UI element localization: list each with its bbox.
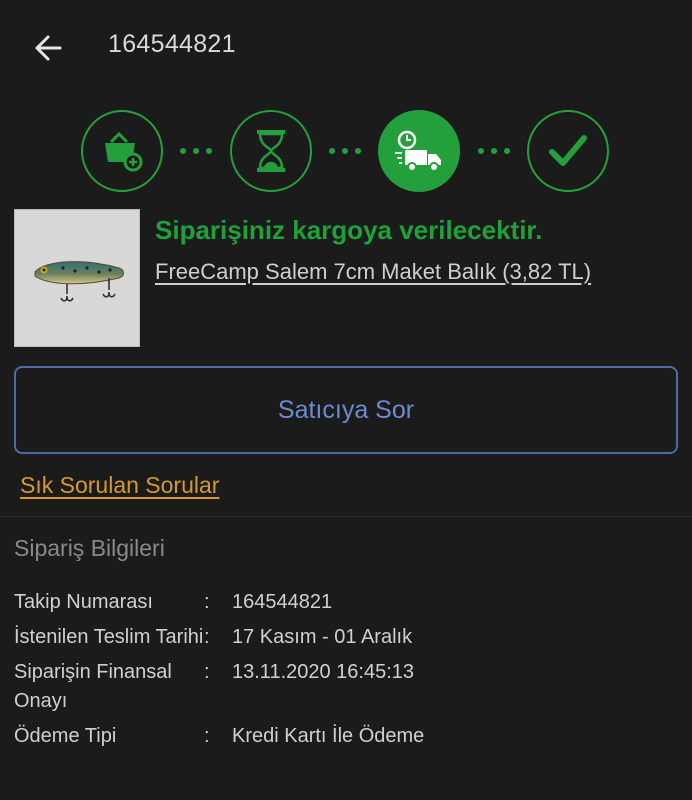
info-colon: : [204, 661, 210, 683]
order-status: Siparişiniz kargoya verilecektir. [155, 215, 543, 245]
top-bar: 164544821 [0, 0, 692, 96]
step-connector [329, 148, 361, 154]
basket-add-icon [105, 131, 143, 172]
info-label: Ödeme Tipi [14, 725, 117, 747]
step-connector [478, 148, 510, 154]
info-label: Takip Numarası [14, 591, 153, 613]
checkmark-icon [549, 135, 587, 166]
info-row: Takip Numarası : 164544821 [14, 588, 678, 617]
page-title: 164544821 [108, 30, 236, 58]
info-row: Ödeme Tipi : Kredi Kartı İle Ödeme [14, 722, 678, 751]
fishing-lure-image [34, 261, 124, 302]
order-progress-steps [81, 110, 612, 194]
info-value: 164544821 [232, 591, 333, 613]
info-value: 17 Kasım - 01 Aralık [232, 626, 413, 648]
step-connector [180, 148, 212, 154]
order-info-list: Takip Numarası : 164544821 İstenilen Tes… [14, 588, 678, 757]
product-card: Siparişiniz kargoya verilecektir. FreeCa… [14, 209, 678, 349]
info-value: 13.11.2020 16:45:13 [232, 661, 415, 683]
step-delivered [527, 110, 609, 192]
step-shipping [378, 110, 460, 192]
step-waiting [230, 110, 312, 192]
info-row: Siparişin Finansal Onayı : 13.11.2020 16… [14, 658, 678, 716]
info-colon: : [204, 626, 210, 648]
hourglass-icon [257, 130, 285, 172]
product-name-link[interactable]: FreeCamp Salem 7cm Maket Balık (3,82 TL) [155, 259, 591, 285]
back-arrow-icon[interactable] [30, 28, 70, 68]
info-value: Kredi Kartı İle Ödeme [232, 725, 425, 747]
info-colon: : [204, 591, 210, 613]
divider [0, 516, 692, 517]
info-colon: : [204, 725, 210, 747]
info-label: İstenilen Teslim Tarihi [14, 626, 204, 648]
ask-seller-button[interactable]: Satıcıya Sor [14, 366, 678, 454]
delivery-truck-icon [395, 130, 441, 172]
info-row: İstenilen Teslim Tarihi : 17 Kasım - 01 … [14, 623, 678, 652]
section-title: Sipariş Bilgileri [14, 535, 165, 561]
faq-link[interactable]: Sık Sorulan Sorular [20, 472, 219, 499]
info-label: Siparişin Finansal Onayı [14, 661, 172, 712]
product-image[interactable] [14, 209, 140, 347]
step-basket [81, 110, 163, 192]
